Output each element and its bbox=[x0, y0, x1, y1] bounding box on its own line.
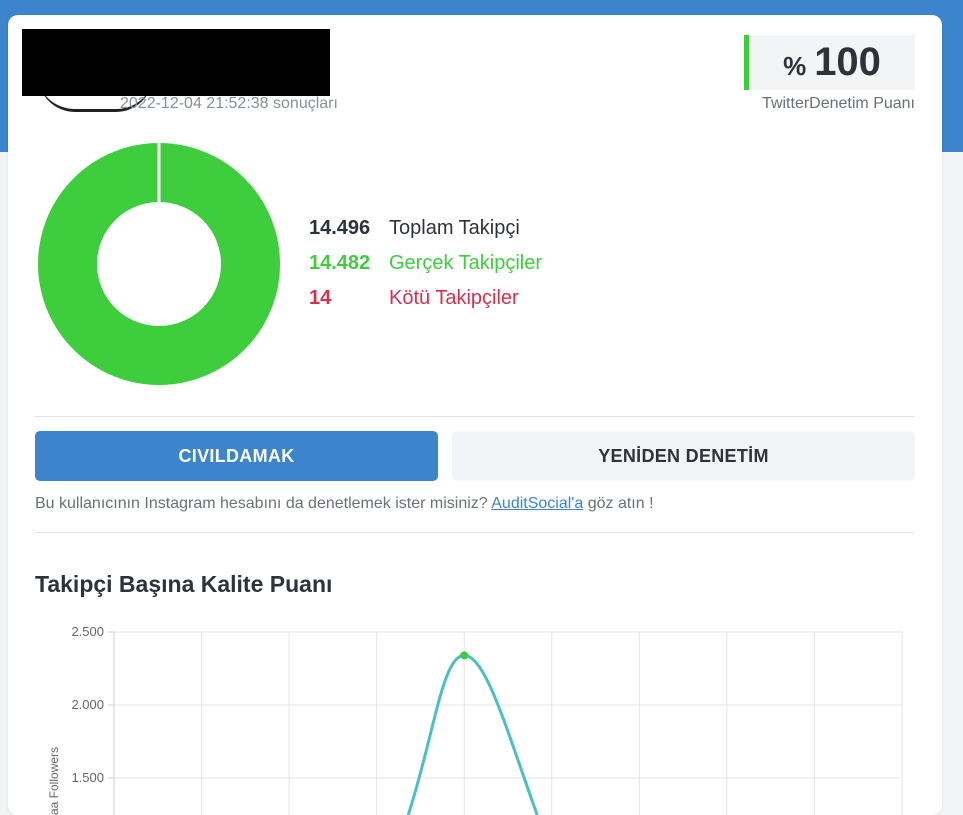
result-date: 2022-12-04 21:52:38 sonuçları bbox=[120, 95, 338, 112]
stat-real-value: 14.482 bbox=[309, 252, 371, 274]
reaudit-button[interactable]: YENİDEN DENETİM bbox=[452, 431, 915, 481]
series-line bbox=[406, 653, 539, 815]
result-card: 2022-12-04 21:52:38 sonuçları % 100 Twit… bbox=[8, 15, 942, 815]
stat-total-label: Toplam Takipçi bbox=[389, 217, 520, 239]
quality-score-chart: 2.500 2.000 1.500 aa Followers bbox=[47, 624, 903, 815]
stat-real-label: Gerçek Takipçiler bbox=[389, 252, 543, 274]
score-prefix: % bbox=[783, 51, 807, 81]
stat-total-value: 14.496 bbox=[309, 217, 371, 239]
score-label: TwitterDenetim Puanı bbox=[762, 95, 915, 112]
section-title: Takipçi Başına Kalite Puanı bbox=[35, 571, 333, 597]
auditsocial-link[interactable]: AuditSocial'a bbox=[491, 495, 583, 512]
follower-stats: 14.496 Toplam Takipçi 14.482 Gerçek Taki… bbox=[309, 211, 542, 316]
stat-bad-value: 14 bbox=[309, 287, 332, 309]
stat-total: 14.496 Toplam Takipçi bbox=[309, 211, 542, 246]
score-value: 100 bbox=[814, 40, 881, 84]
redacted-profile bbox=[22, 29, 330, 96]
y-tick-label: 2.000 bbox=[71, 697, 104, 712]
series-point-peak bbox=[460, 651, 469, 660]
hint-text-before: Bu kullanıcının Instagram hesabını da de… bbox=[35, 495, 492, 512]
tweet-button[interactable]: CIVILDAMAK bbox=[35, 431, 438, 481]
divider bbox=[35, 416, 915, 417]
y-tick-label: 2.500 bbox=[71, 624, 104, 639]
stat-bad: 14 Kötü Takipçiler bbox=[309, 281, 542, 316]
y-tick-label: 1.500 bbox=[71, 770, 104, 785]
instagram-hint: Bu kullanıcının Instagram hesabını da de… bbox=[35, 495, 654, 513]
stat-real: 14.482 Gerçek Takipçiler bbox=[309, 246, 542, 281]
hint-text-after: göz atın ! bbox=[583, 495, 654, 512]
y-axis-label: aa Followers bbox=[47, 747, 61, 815]
divider bbox=[35, 532, 915, 533]
stat-bad-label: Kötü Takipçiler bbox=[389, 287, 519, 309]
followers-donut-chart bbox=[38, 142, 280, 385]
score-badge: % 100 bbox=[744, 35, 915, 90]
